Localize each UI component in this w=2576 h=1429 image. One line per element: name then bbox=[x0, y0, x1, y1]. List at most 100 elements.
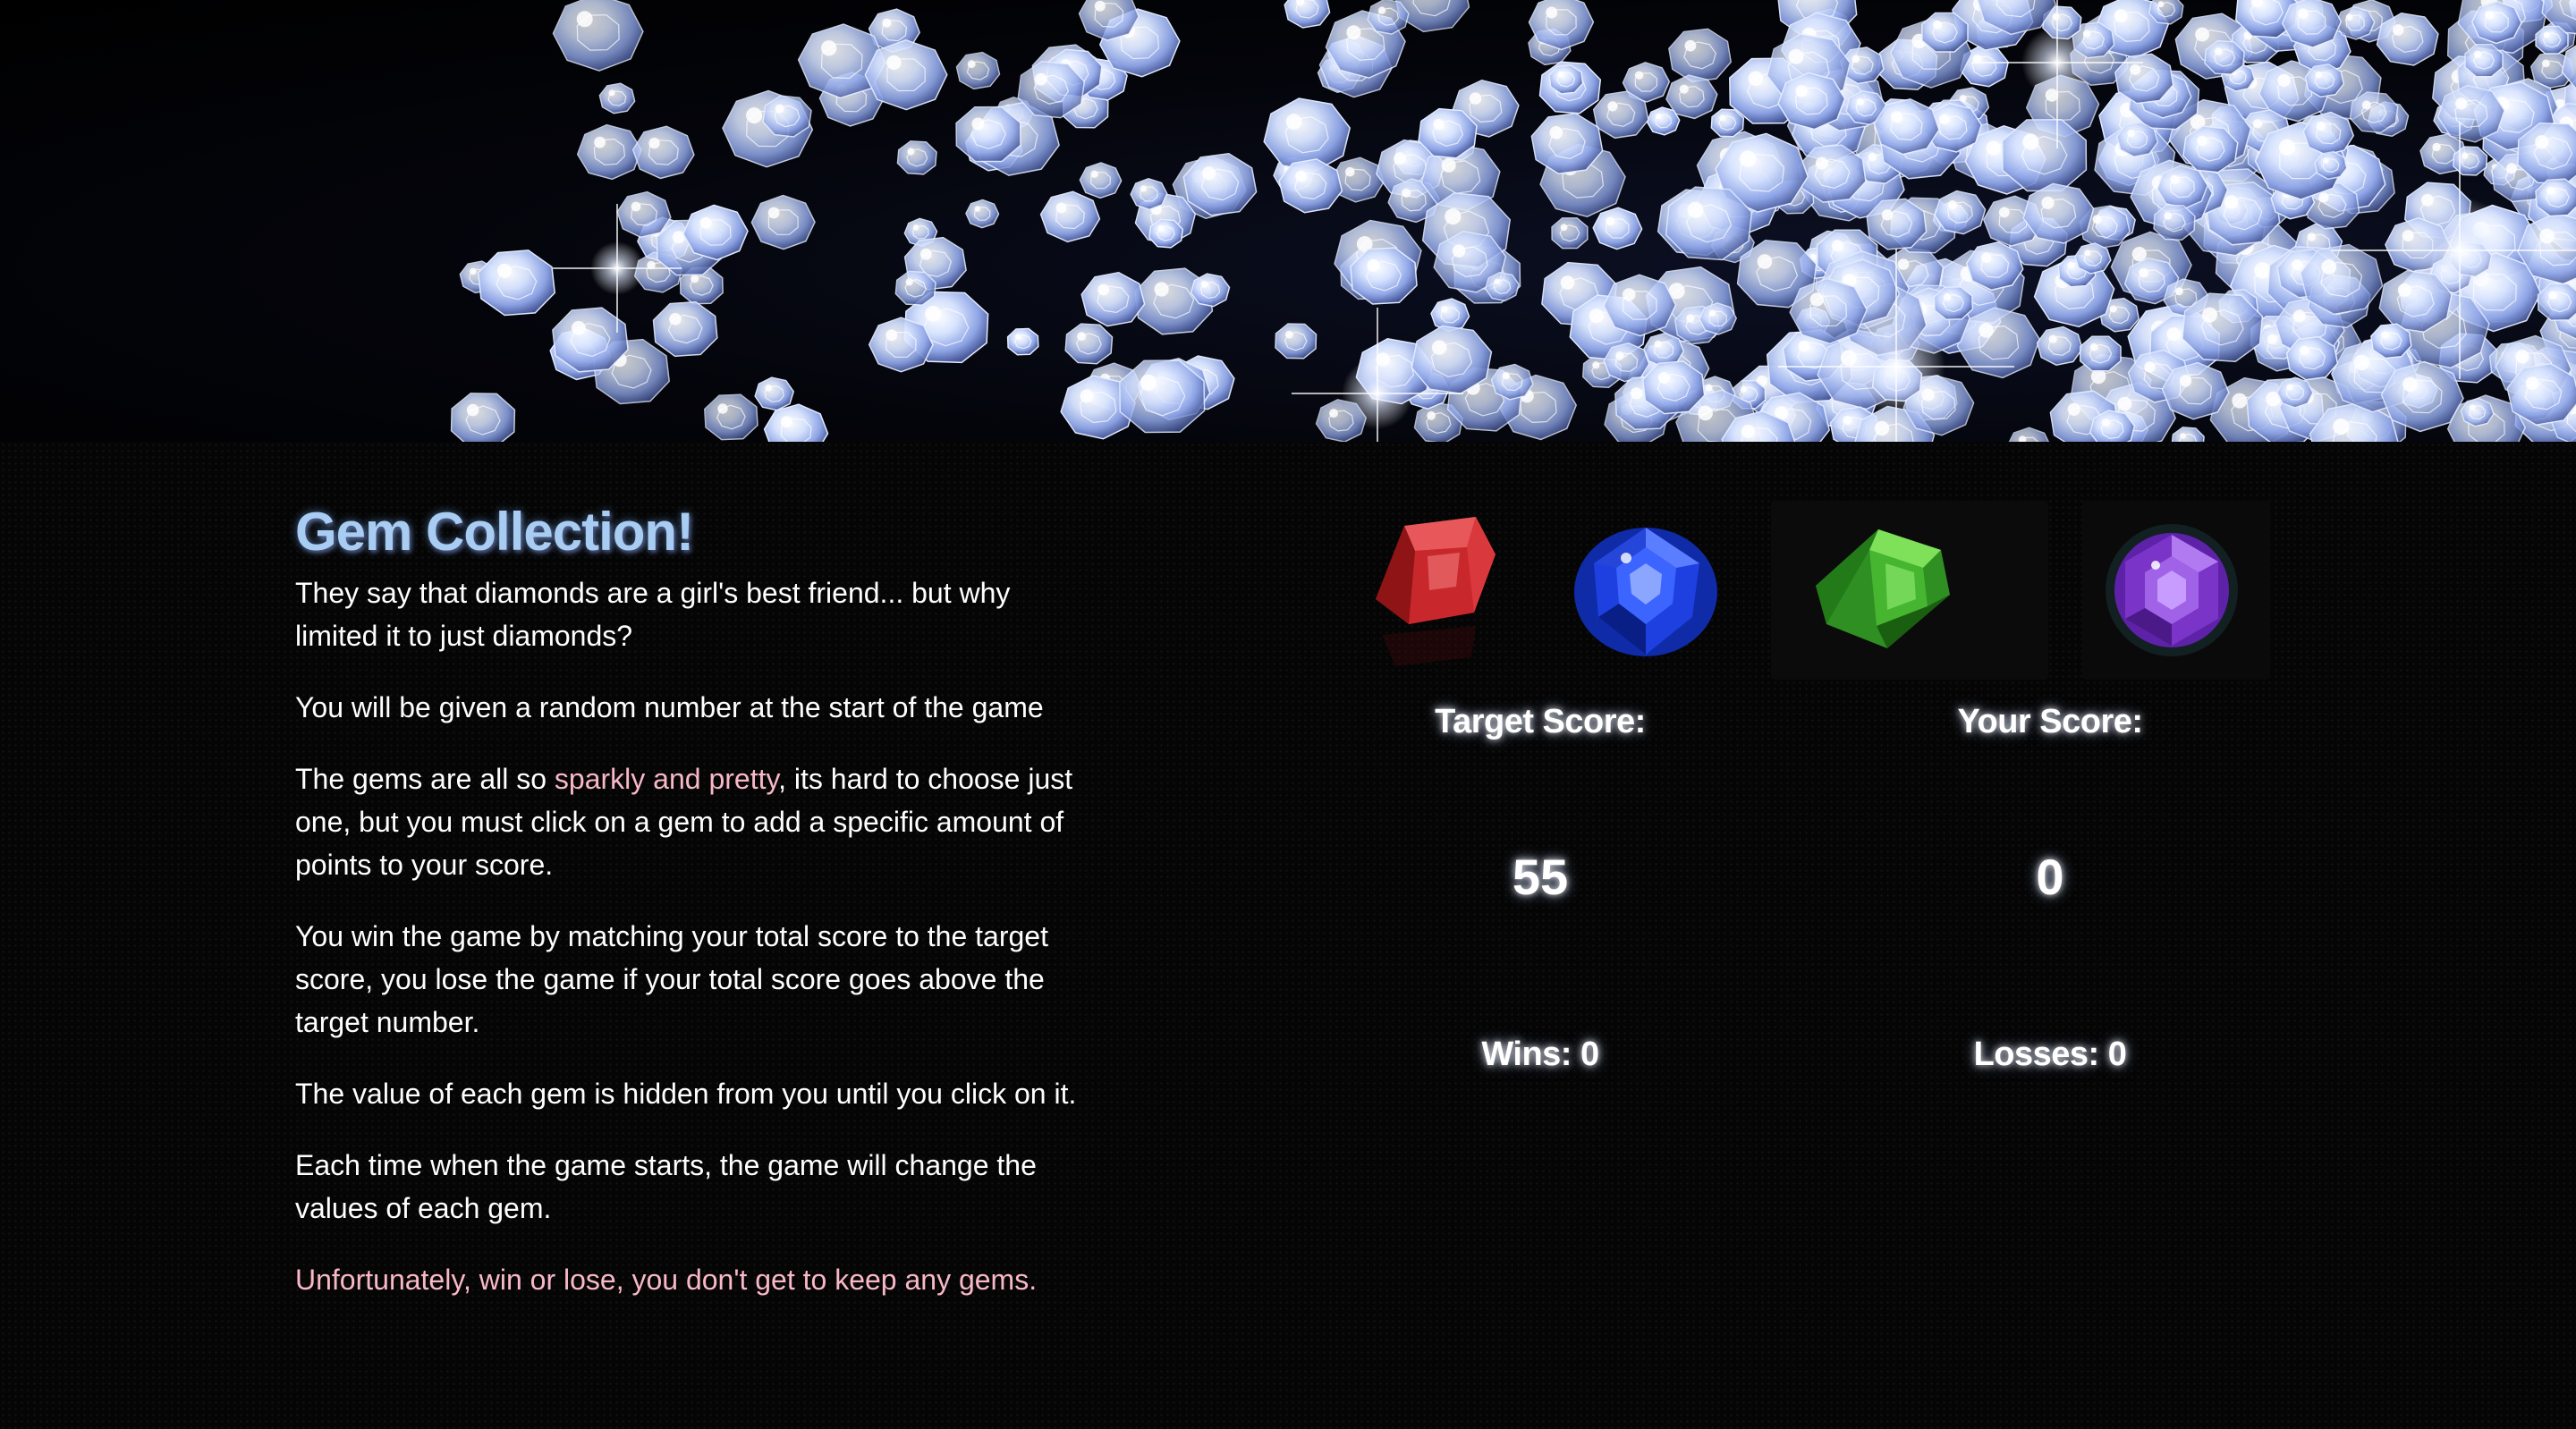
diamond-shape bbox=[2535, 178, 2576, 217]
target-score-label: Target Score: bbox=[1435, 703, 1646, 740]
diamond-shape bbox=[1079, 162, 1123, 199]
diamond-shape bbox=[1148, 218, 1183, 249]
highlight-text: sparkly and pretty bbox=[554, 763, 779, 795]
diamond-shape bbox=[2334, 5, 2376, 40]
rule-random-number: You will be given a random number at the… bbox=[295, 691, 1044, 723]
diamond-shape bbox=[2036, 326, 2083, 366]
diamond-shape bbox=[2537, 283, 2576, 322]
diamond-shape bbox=[2380, 360, 2464, 433]
diamond-shape bbox=[704, 393, 758, 441]
diamond-shape bbox=[1699, 302, 1738, 335]
diamond-shape bbox=[2535, 25, 2569, 55]
diamond-shape bbox=[896, 140, 937, 175]
diamond-shape bbox=[2453, 146, 2488, 176]
diamond-shape bbox=[2115, 121, 2159, 158]
rule-win-lose: You win the game by matching your total … bbox=[295, 920, 1048, 1038]
diamond-shape bbox=[2161, 361, 2230, 420]
diamond-shape bbox=[894, 270, 936, 307]
diamond-shape bbox=[1430, 298, 1470, 333]
diamond-shape bbox=[1866, 198, 1928, 250]
emerald-gem-icon bbox=[1816, 529, 1950, 648]
sapphire-gem-icon bbox=[1574, 528, 1717, 656]
diamond-shape bbox=[1710, 108, 1745, 138]
diamond-shape bbox=[2302, 111, 2355, 156]
diamond-shape bbox=[1130, 178, 1168, 211]
diamond-shape bbox=[1965, 241, 2024, 292]
target-score-value: 55 bbox=[1512, 849, 1569, 905]
your-score-value: 0 bbox=[2036, 849, 2064, 905]
diamond-shape bbox=[2153, 204, 2196, 241]
diamond-shape bbox=[2182, 292, 2264, 362]
diamond-shape bbox=[631, 125, 695, 180]
diamond-shape bbox=[1484, 271, 1520, 302]
diamond-shape bbox=[750, 194, 816, 250]
rule-hidden-value: The value of each gem is hidden from you… bbox=[295, 1078, 1077, 1110]
diamond-shape bbox=[2285, 335, 2339, 381]
amethyst-gem-button[interactable] bbox=[2082, 501, 2270, 680]
diamonds-banner-image bbox=[450, 0, 2576, 442]
diamond-shape bbox=[1665, 74, 1718, 120]
diamond-shape bbox=[1548, 64, 1584, 95]
diamond-shape bbox=[1190, 273, 1231, 308]
diamond-shape bbox=[2008, 427, 2049, 442]
diamond-shape bbox=[477, 249, 555, 317]
diamond-shape bbox=[2156, 165, 2208, 209]
diamond-shape bbox=[2281, 0, 2343, 48]
diamond-shape bbox=[754, 376, 795, 411]
diamond-shape bbox=[1641, 360, 1706, 415]
your-score-label: Your Score: bbox=[1957, 703, 2143, 740]
diamond-shape bbox=[1592, 90, 1649, 140]
diamond-shape bbox=[1418, 107, 1478, 159]
diamond-shape bbox=[965, 199, 1000, 229]
diamond-shape bbox=[1603, 274, 1677, 337]
diamond-shape bbox=[1668, 28, 1732, 83]
diamond-shape bbox=[1080, 272, 1146, 327]
diamond-shape bbox=[1039, 190, 1101, 243]
diamond-shape bbox=[682, 204, 749, 261]
losses-counter: Losses: 0 bbox=[1973, 1036, 2127, 1073]
diamond-shape bbox=[1064, 323, 1114, 365]
diamond-shape bbox=[2314, 150, 2348, 180]
diamond-shape bbox=[955, 106, 1021, 163]
diamond-shape bbox=[1006, 327, 1039, 356]
ruby-gem-button[interactable] bbox=[1342, 501, 1530, 680]
intro-paragraph: They say that diamonds are a girl's best… bbox=[295, 577, 1011, 652]
diamond-shape bbox=[864, 39, 948, 111]
diamond-shape bbox=[2001, 119, 2088, 192]
diamond-shape bbox=[762, 95, 812, 138]
diamond-shape bbox=[1119, 359, 1206, 434]
game-page: Gem Collection! They say that diamonds a… bbox=[0, 0, 2576, 1429]
rule-text: The gems are all so bbox=[295, 763, 555, 795]
emerald-gem-button[interactable] bbox=[1771, 501, 2048, 680]
diamond-shape bbox=[2171, 427, 2205, 442]
diamond-shape bbox=[2182, 125, 2239, 173]
diamond-shape bbox=[598, 82, 636, 114]
diamond-shape bbox=[552, 0, 644, 72]
game-title: Gem Collection! bbox=[295, 502, 694, 562]
diamond-shape bbox=[450, 393, 516, 442]
diamond-shape bbox=[1490, 363, 1534, 401]
diamond-shape bbox=[1275, 323, 1318, 359]
diamond-shape bbox=[616, 190, 672, 239]
rule-values-change: Each time when the game starts, the game… bbox=[295, 1149, 1037, 1224]
diamond-shape bbox=[1551, 217, 1589, 249]
diamond-shape bbox=[2470, 0, 2522, 45]
diamond-shape bbox=[1777, 72, 1846, 131]
diamond-shape bbox=[1933, 285, 1974, 321]
diamond-shape bbox=[1921, 12, 1969, 53]
diamond-shape bbox=[1528, 0, 1595, 51]
sapphire-gem-button[interactable] bbox=[1549, 501, 1737, 680]
diamond-shape bbox=[2204, 39, 2245, 75]
closing-note: Unfortunately, win or lose, you don't ge… bbox=[295, 1264, 1038, 1296]
diamond-shape bbox=[1789, 277, 1868, 345]
diamond-shape bbox=[1934, 190, 1987, 235]
diamond-shape bbox=[2276, 376, 2314, 409]
instructions-panel: Gem Collection! They say that diamonds a… bbox=[295, 501, 1100, 1330]
scoreboard: Target Score: Your Score: 55 0 Wins: 0 L… bbox=[1342, 501, 2290, 1127]
diamond-shape bbox=[1603, 342, 1650, 383]
diamond-shape bbox=[2464, 44, 2504, 78]
amethyst-gem-icon bbox=[2106, 524, 2238, 656]
diamond-shape bbox=[1367, 0, 1410, 35]
diamond-shape bbox=[2370, 323, 2412, 359]
diamond-shape bbox=[2079, 335, 2122, 372]
